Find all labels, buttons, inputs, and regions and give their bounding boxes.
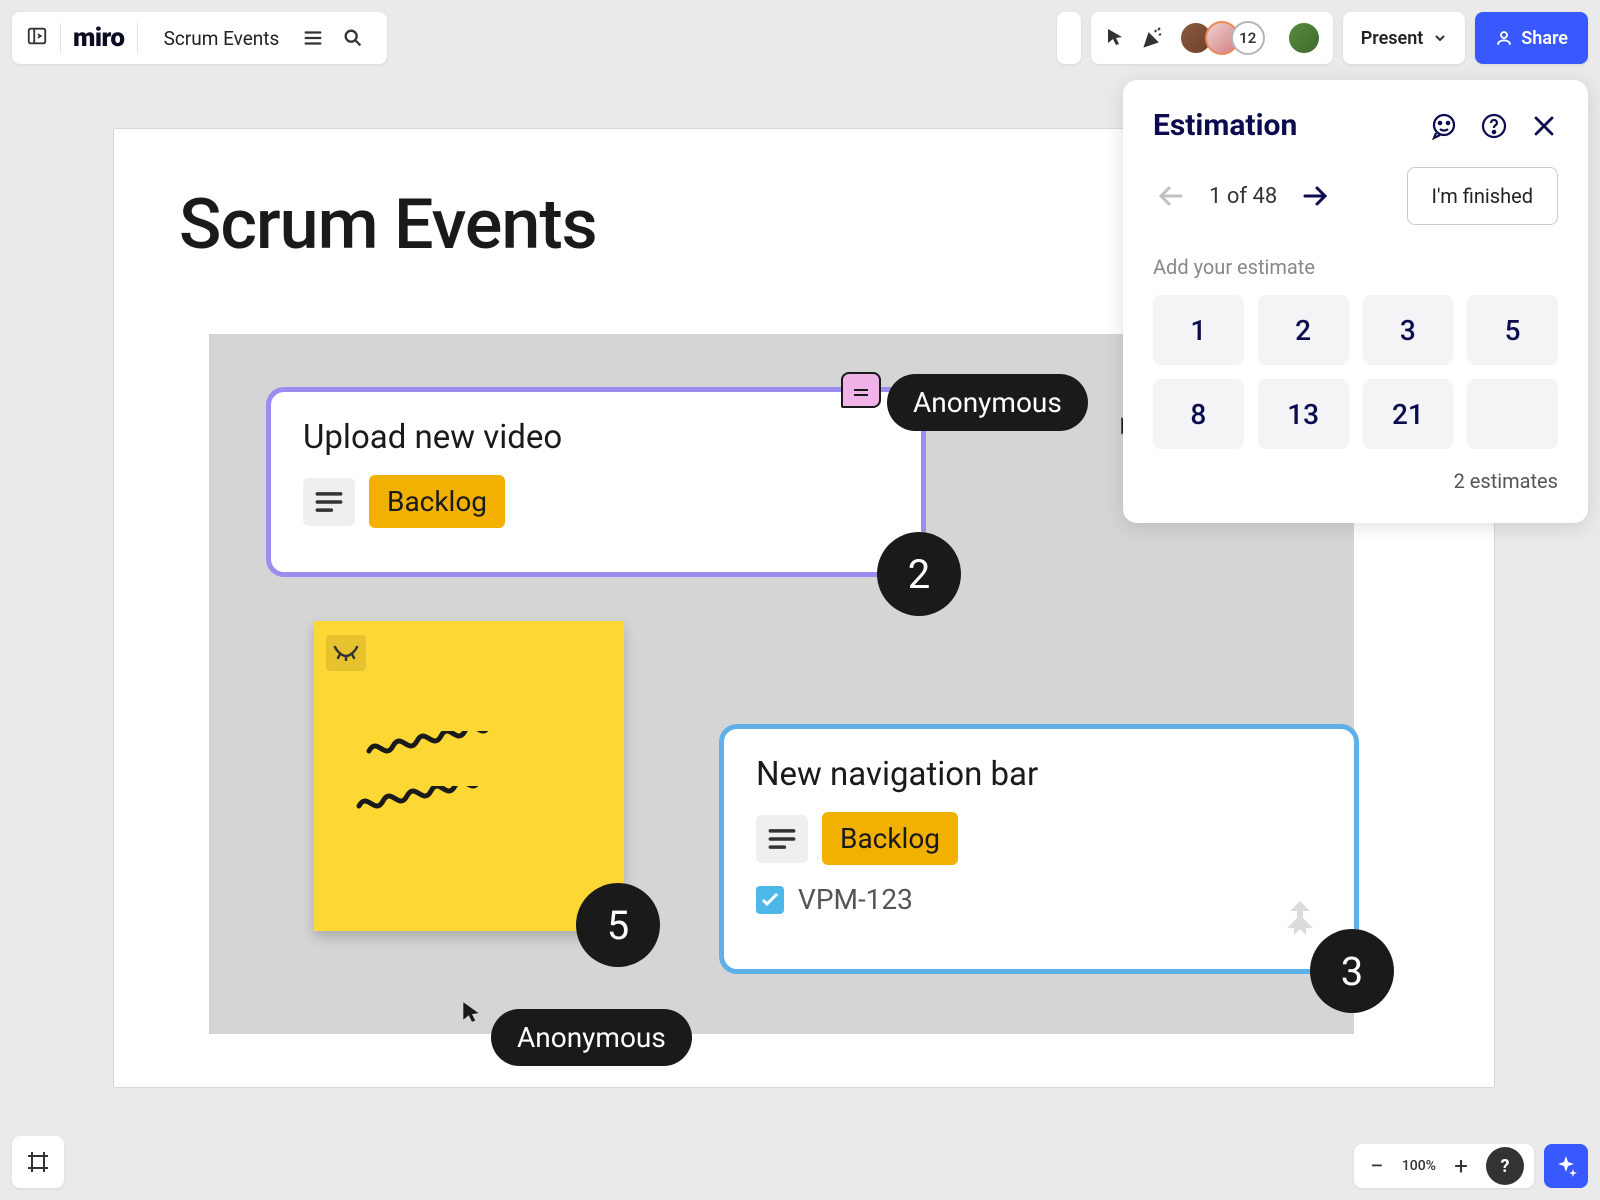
- estimate-option[interactable]: [1467, 379, 1558, 449]
- present-label: Present: [1361, 28, 1424, 49]
- panel-title: Estimation: [1153, 108, 1430, 143]
- prev-item-button: [1153, 178, 1189, 214]
- hidden-author-icon: [326, 635, 366, 671]
- jira-icon: [1278, 897, 1322, 941]
- ai-assist-button[interactable]: [1544, 1144, 1588, 1188]
- card-title: New navigation bar: [756, 755, 1322, 794]
- add-estimate-label: Add your estimate: [1153, 255, 1558, 279]
- share-label: Share: [1521, 28, 1568, 49]
- main-menu-button[interactable]: [293, 18, 333, 58]
- feedback-icon[interactable]: [1430, 112, 1458, 140]
- ticket-id: VPM-123: [798, 883, 913, 916]
- estimate-option[interactable]: 13: [1258, 379, 1349, 449]
- zoom-level[interactable]: 100%: [1402, 1158, 1436, 1174]
- zoom-out-button[interactable]: −: [1364, 1153, 1390, 1179]
- card-title: Upload new video: [303, 418, 889, 457]
- estimate-option[interactable]: 1: [1153, 295, 1244, 365]
- present-button[interactable]: Present: [1343, 12, 1466, 64]
- frames-button[interactable]: [12, 1136, 64, 1188]
- frame-title: Scrum Events: [179, 184, 597, 266]
- search-button[interactable]: [333, 18, 373, 58]
- vote-count-badge: 3: [1310, 929, 1394, 1013]
- vote-count-badge: 2: [877, 532, 961, 616]
- avatar-overflow-count[interactable]: 12: [1231, 21, 1265, 55]
- estimate-count: 2 estimates: [1153, 469, 1558, 493]
- task-card-navigation[interactable]: New navigation bar Backlog VPM-123 3: [719, 724, 1359, 974]
- zoom-in-button[interactable]: +: [1448, 1153, 1474, 1179]
- estimate-option[interactable]: 3: [1363, 295, 1454, 365]
- description-icon: [756, 815, 808, 863]
- apps-button[interactable]: [1057, 12, 1081, 64]
- current-user-avatar[interactable]: [1287, 21, 1321, 55]
- estimate-option[interactable]: 8: [1153, 379, 1244, 449]
- remote-cursor: Anonymous: [459, 999, 485, 1029]
- help-button[interactable]: ?: [1486, 1147, 1524, 1185]
- next-item-button[interactable]: [1297, 178, 1333, 214]
- estimation-panel: Estimation 1 of 48 I'm finished Add your…: [1123, 80, 1588, 523]
- cursor-label: Anonymous: [887, 374, 1088, 431]
- close-icon[interactable]: [1530, 112, 1558, 140]
- reactions-icon[interactable]: [1141, 26, 1165, 50]
- zoom-controls: − 100% + ?: [1354, 1144, 1534, 1188]
- share-button[interactable]: Share: [1475, 12, 1588, 64]
- expand-sidebar-button[interactable]: [26, 25, 48, 51]
- cursor-label: Anonymous: [491, 1009, 692, 1066]
- help-icon[interactable]: [1480, 112, 1508, 140]
- task-card-upload-video[interactable]: Upload new video Backlog 2: [266, 387, 926, 577]
- board-name[interactable]: Scrum Events: [164, 27, 280, 50]
- vote-count-badge: 5: [576, 883, 660, 967]
- status-badge: Backlog: [369, 475, 505, 528]
- finished-button[interactable]: I'm finished: [1407, 167, 1558, 225]
- estimate-options: 1 2 3 5 8 13 21: [1153, 295, 1558, 449]
- comment-icon[interactable]: [841, 372, 881, 408]
- description-icon: [303, 478, 355, 526]
- progress-text: 1 of 48: [1209, 184, 1277, 209]
- cursor-tool-icon[interactable]: [1103, 26, 1127, 50]
- estimate-option[interactable]: 5: [1467, 295, 1558, 365]
- estimate-option[interactable]: 21: [1363, 379, 1454, 449]
- collaborator-avatars[interactable]: 12: [1179, 21, 1265, 55]
- checkbox-icon: [756, 886, 784, 914]
- sticky-note[interactable]: 5: [314, 621, 624, 931]
- miro-logo: miro: [73, 23, 125, 53]
- status-badge: Backlog: [822, 812, 958, 865]
- estimate-option[interactable]: 2: [1258, 295, 1349, 365]
